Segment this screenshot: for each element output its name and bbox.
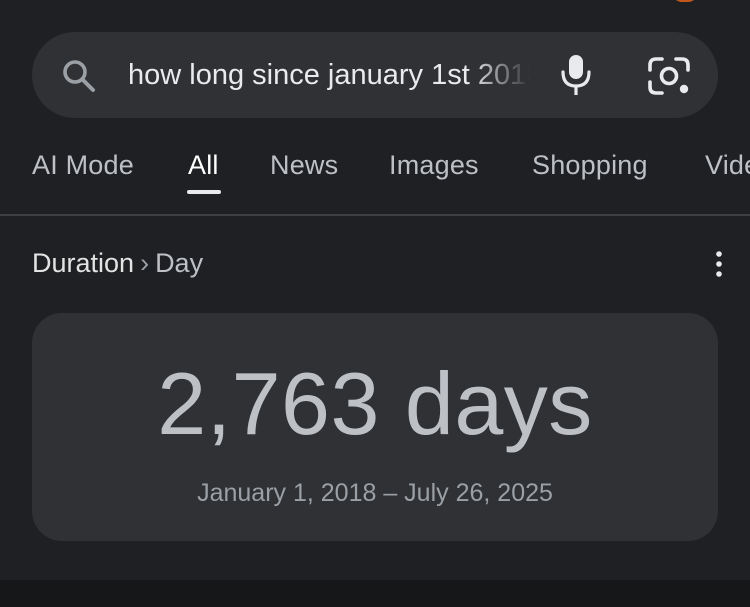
search-input[interactable] <box>128 54 530 96</box>
breadcrumb-category[interactable]: Duration <box>32 248 134 278</box>
breadcrumb-separator: › <box>140 248 150 278</box>
tab-all[interactable]: All <box>188 150 219 181</box>
account-avatar[interactable] <box>672 0 698 2</box>
breadcrumb: Duration › Day <box>32 248 203 279</box>
search-icon <box>60 57 98 95</box>
duration-result-card: 2,763 days January 1, 2018 – July 26, 20… <box>32 313 718 541</box>
search-tabs: AI Mode All News Images Shopping Videos <box>0 130 750 216</box>
tab-videos[interactable]: Videos <box>705 150 750 181</box>
tab-ai-mode[interactable]: AI Mode <box>32 150 134 181</box>
tab-news[interactable]: News <box>270 150 338 181</box>
next-section-edge <box>0 580 750 607</box>
more-vert-icon[interactable] <box>706 248 732 280</box>
date-range: January 1, 2018 – July 26, 2025 <box>197 479 553 507</box>
search-bar[interactable] <box>32 32 718 118</box>
search-results-page: AI Mode All News Images Shopping Videos … <box>0 0 750 607</box>
tab-images[interactable]: Images <box>389 150 479 181</box>
breadcrumb-unit[interactable]: Day <box>155 248 203 278</box>
active-tab-indicator <box>187 190 221 194</box>
duration-value: 2,763 days <box>157 354 593 453</box>
google-lens-icon[interactable] <box>646 54 692 98</box>
microphone-icon[interactable] <box>554 52 598 98</box>
tab-shopping[interactable]: Shopping <box>532 150 648 181</box>
